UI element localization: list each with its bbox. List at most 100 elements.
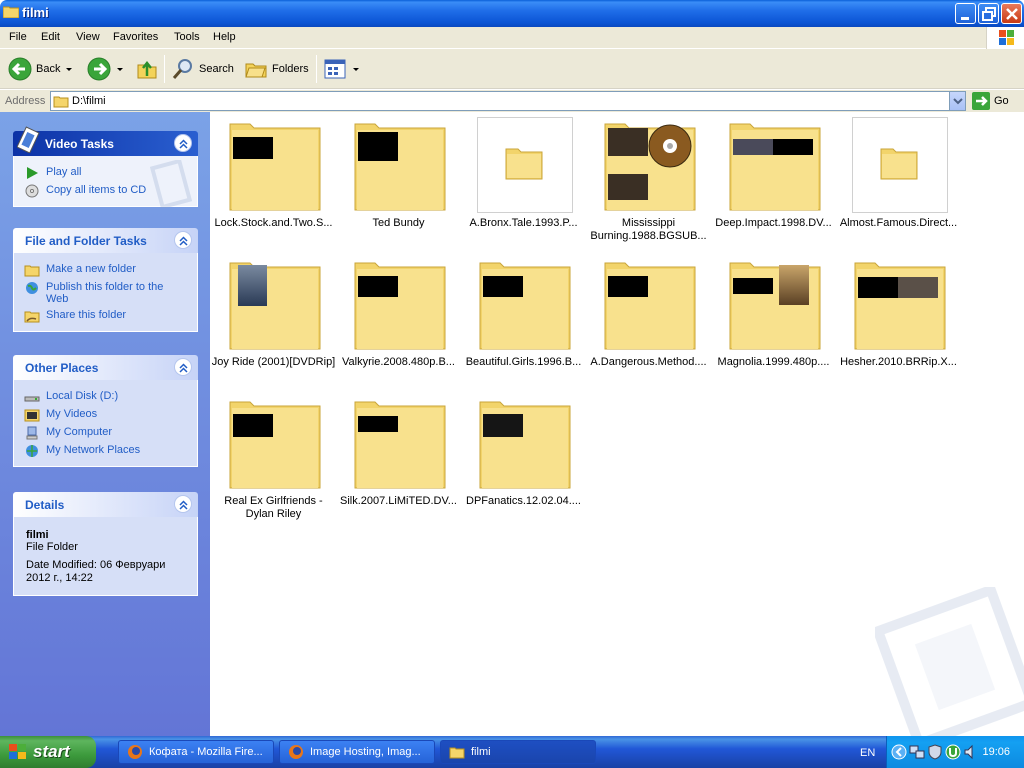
- collapse-button[interactable]: [174, 358, 192, 376]
- chevron-up-icon: [179, 363, 188, 373]
- search-button[interactable]: Search: [171, 55, 234, 83]
- up-folder-button[interactable]: [135, 55, 159, 83]
- menu-favorites[interactable]: Favorites: [113, 31, 158, 43]
- menu-tools[interactable]: Tools: [174, 31, 200, 43]
- details-body: filmi File Folder Date Modified: 06 Февр…: [13, 517, 198, 596]
- item-label: Mississippi Burning.1988.BGSUB...: [590, 217, 707, 242]
- item-label: Magnolia.1999.480p....: [717, 356, 830, 368]
- redacted-thumbnail: [773, 139, 813, 155]
- item-label: Lock.Stock.and.Two.S...: [214, 217, 333, 229]
- volume-icon[interactable]: [963, 744, 979, 760]
- start-label: start: [33, 742, 70, 761]
- menu-edit[interactable]: Edit: [41, 31, 60, 43]
- new-folder-icon: [24, 265, 40, 277]
- redacted-thumbnail: [733, 278, 773, 294]
- redacted-thumbnail: [233, 414, 273, 437]
- taskbar-firefox-image-hosting[interactable]: Image Hosting, Imag...: [279, 740, 435, 764]
- folder-icon: [604, 262, 696, 350]
- chevron-up-icon: [179, 500, 188, 510]
- local-disk-label: Local Disk (D:): [46, 390, 119, 402]
- shield-icon[interactable]: [927, 744, 943, 760]
- folder-icon: [354, 262, 446, 350]
- file-folder-tasks-header[interactable]: File and Folder Tasks: [13, 228, 198, 253]
- network-icon[interactable]: [909, 744, 925, 760]
- back-label: Back: [36, 63, 61, 75]
- folder-icon: [479, 401, 571, 489]
- collapse-button[interactable]: [174, 134, 192, 152]
- details-modified: Date Modified: 06 Февруари 2012 г., 14:2…: [26, 559, 166, 584]
- my-network-places-link[interactable]: My Network Places: [14, 442, 197, 460]
- movie-thumbnail: [608, 128, 648, 156]
- movie-poster-thumbnail: [779, 265, 809, 305]
- collapse-button[interactable]: [174, 495, 192, 513]
- maximize-button[interactable]: [978, 3, 999, 24]
- collapse-button[interactable]: [174, 231, 192, 249]
- my-videos-link[interactable]: My Videos: [14, 406, 197, 424]
- item-label: Hesher.2010.BRRip.X...: [840, 356, 957, 368]
- back-button[interactable]: Back: [8, 55, 74, 83]
- other-places-body: Local Disk (D:) My Videos My Computer My…: [13, 380, 198, 467]
- folder-icon: [880, 148, 918, 180]
- search-icon: [172, 59, 192, 79]
- item-label: Ted Bundy: [372, 217, 425, 229]
- item-label: Silk.2007.LiMiTED.DV...: [340, 495, 457, 507]
- taskbar-firefox-kofata[interactable]: Кофата - Mozilla Fire...: [118, 740, 274, 764]
- item-label: Deep.Impact.1998.DV...: [715, 217, 832, 229]
- publish-folder-label: Publish this folder to the Web: [46, 281, 164, 305]
- local-disk-link[interactable]: Local Disk (D:): [14, 388, 197, 406]
- close-button[interactable]: [1001, 3, 1022, 24]
- details-title: Details: [25, 498, 65, 512]
- menu-help[interactable]: Help: [213, 31, 236, 43]
- item-label: Real Ex Girlfriends - Dylan Riley: [224, 495, 323, 520]
- go-button[interactable]: Go: [972, 92, 1009, 110]
- redacted-thumbnail: [358, 132, 398, 161]
- address-bar: Address D:\filmi Go: [0, 90, 1024, 112]
- clock[interactable]: 19:06: [982, 746, 1010, 758]
- minimize-button[interactable]: [955, 3, 976, 24]
- other-places-header[interactable]: Other Places: [13, 355, 198, 380]
- my-videos-label: My Videos: [46, 408, 98, 420]
- network-icon: [26, 445, 38, 457]
- address-input[interactable]: D:\filmi: [50, 91, 966, 111]
- chevron-up-icon: [179, 236, 188, 246]
- views-icon: [324, 59, 346, 79]
- title-bar[interactable]: filmi: [0, 0, 1024, 27]
- show-hidden-icons-button[interactable]: [891, 744, 907, 760]
- computer-icon: [26, 426, 38, 440]
- video-tasks-body: Play all Copy all items to CD: [13, 156, 198, 208]
- views-button[interactable]: [323, 55, 361, 83]
- taskbar-label: filmi: [471, 746, 491, 758]
- folder-icon: [3, 6, 19, 18]
- taskbar-filmi-window[interactable]: filmi: [440, 740, 596, 764]
- forward-arrow-icon: [87, 57, 111, 81]
- make-new-folder-link[interactable]: Make a new folder: [14, 261, 197, 279]
- my-computer-link[interactable]: My Computer: [14, 424, 197, 442]
- redacted-thumbnail: [483, 276, 523, 297]
- chevron-down-icon: [953, 98, 963, 105]
- item-label: DPFanatics.12.02.04....: [466, 495, 581, 507]
- toolbar-separator: [316, 55, 317, 83]
- globe-icon: [26, 282, 38, 294]
- language-indicator[interactable]: EN: [860, 747, 875, 759]
- folders-button[interactable]: Folders: [244, 55, 309, 83]
- forward-button[interactable]: [87, 55, 125, 83]
- folder-icon: [229, 123, 321, 211]
- item-label: A.Dangerous.Method....: [590, 356, 707, 368]
- chevron-down-icon[interactable]: [351, 64, 361, 74]
- chevron-down-icon[interactable]: [64, 64, 74, 74]
- address-label: Address: [5, 95, 46, 107]
- address-dropdown-button[interactable]: [949, 92, 965, 110]
- folders-icon: [245, 63, 267, 78]
- utorrent-icon[interactable]: [945, 744, 961, 760]
- menu-view[interactable]: View: [76, 31, 100, 43]
- menu-file[interactable]: File: [9, 31, 27, 43]
- share-folder-label: Share this folder: [46, 309, 127, 321]
- video-tasks-header[interactable]: Video Tasks: [13, 126, 198, 156]
- details-header[interactable]: Details: [13, 492, 198, 517]
- chevron-down-icon[interactable]: [115, 64, 125, 74]
- share-folder-link[interactable]: Share this folder: [14, 307, 197, 325]
- start-button[interactable]: start: [0, 736, 96, 768]
- publish-folder-link[interactable]: Publish this folder to the Web: [14, 279, 197, 307]
- folder-icon: [505, 148, 543, 180]
- folder-icon: [354, 401, 446, 489]
